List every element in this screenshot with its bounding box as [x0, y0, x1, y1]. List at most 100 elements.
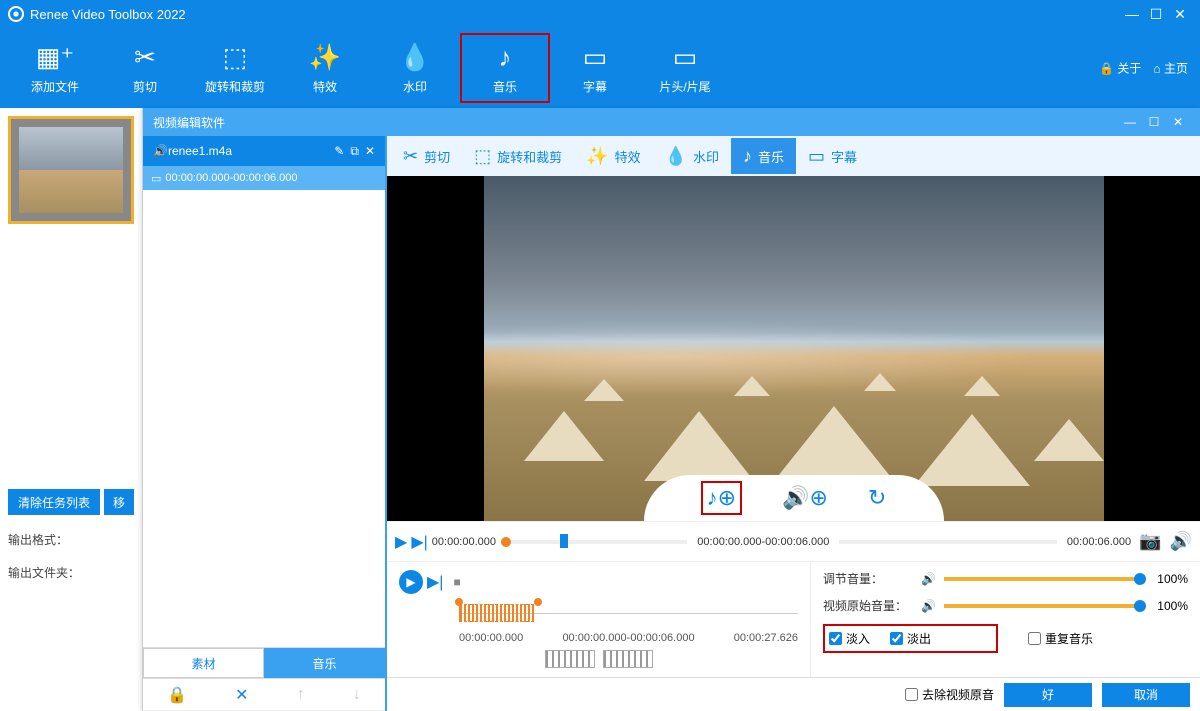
toolbar-watermark[interactable]: 💧 水印 — [370, 33, 460, 103]
fadeout-checkbox[interactable]: 淡出 — [890, 630, 931, 647]
volume-panel: 调节音量： 🔊 100% 视频原始音量： 🔊 100% 淡入 — [810, 562, 1200, 677]
clip-icon: ▭ — [151, 172, 161, 185]
editor-main: ✂剪切 ⬚旋转和裁剪 ✨特效 💧水印 ♪音乐 ▭字幕 — [385, 136, 1200, 711]
tab-music[interactable]: 音乐 — [264, 648, 385, 678]
audio-file-name: renee1.m4a — [168, 144, 328, 158]
clear-tasks-button[interactable]: 清除任务列表 — [8, 489, 100, 515]
sparkle-icon: ✨ — [586, 146, 608, 167]
sidebar-actions: 🔒 ✕ ↑ ↓ — [143, 679, 385, 711]
snapshot-icon[interactable]: 📷 — [1139, 531, 1161, 552]
move-button[interactable]: 移 — [104, 489, 134, 515]
adjust-volume-label: 调节音量： — [823, 570, 913, 587]
cancel-button[interactable]: 取消 — [1102, 683, 1190, 707]
editor-titlebar: 视频编辑软件 — ☐ ✕ — [143, 108, 1200, 136]
scissors-icon: ✂ — [134, 42, 156, 74]
wave-step-button[interactable]: ▶| — [427, 572, 443, 592]
timeline-track-2[interactable] — [839, 540, 1057, 544]
remove-icon[interactable]: ✕ — [235, 685, 248, 705]
app-title: Renee Video Toolbox 2022 — [30, 7, 1120, 22]
editor-sidebar: 🔊 renee1.m4a ✎ ⧉ ✕ ▭ 00:00:00.000-00:00:… — [143, 136, 385, 711]
home-link[interactable]: ⌂ 主页 — [1153, 60, 1188, 77]
speaker-icon: 🔊 — [153, 144, 168, 158]
toolbar-subtitle[interactable]: ▭ 字幕 — [550, 33, 640, 103]
tab-material[interactable]: 素材 — [143, 648, 264, 678]
refresh-icon[interactable]: ↻ — [868, 485, 886, 511]
crop-icon: ⬚ — [223, 42, 248, 74]
lock-icon[interactable]: 🔒 — [167, 685, 187, 705]
close-button[interactable]: ✕ — [1168, 6, 1192, 23]
move-down-icon[interactable]: ↓ — [353, 686, 361, 704]
about-link[interactable]: 🔒 关于 — [1099, 60, 1141, 77]
strip-2[interactable] — [603, 650, 653, 668]
subtab-music[interactable]: ♪音乐 — [731, 138, 796, 174]
delete-icon[interactable]: ✕ — [365, 144, 375, 158]
wave-t2: 00:00:27.626 — [734, 632, 798, 644]
crop-icon: ⬚ — [474, 146, 491, 167]
timeline-start: 00:00:00.000 — [432, 536, 496, 548]
subtab-subtitle[interactable]: ▭字幕 — [796, 138, 869, 174]
toolbar-intro-outro[interactable]: ▭ 片头/片尾 — [640, 33, 730, 103]
speaker-icon[interactable]: 🔊 — [921, 572, 936, 586]
audio-timecode[interactable]: ▭ 00:00:00.000-00:00:06.000 — [143, 166, 385, 190]
editor-minimize-button[interactable]: — — [1118, 115, 1142, 129]
editor-close-button[interactable]: ✕ — [1166, 115, 1190, 129]
copy-icon[interactable]: ⧉ — [350, 144, 359, 159]
play-button[interactable]: ▶ — [395, 532, 407, 552]
left-bottom-panel: 清除任务列表 移 输出格式： 输出文件夹： — [0, 481, 142, 711]
timeline-marker[interactable] — [560, 534, 568, 548]
wave-stop-icon[interactable]: ■ — [453, 575, 460, 589]
waveform-panel: ▶ ▶| ■ 00:00:00.000 00:00:00.000-00:00:0… — [387, 562, 810, 677]
wave-handle-start[interactable] — [455, 598, 463, 606]
output-format-label: 输出格式： — [8, 531, 134, 548]
audio-file-header[interactable]: 🔊 renee1.m4a ✎ ⧉ ✕ — [143, 136, 385, 166]
fadein-checkbox[interactable]: 淡入 — [829, 630, 870, 647]
video-preview[interactable]: ♪⊕ 🔊⊕ ↻ — [387, 176, 1200, 521]
music-note-icon: ♪ — [499, 42, 512, 74]
timeline-track[interactable] — [506, 540, 687, 544]
editor-maximize-button[interactable]: ☐ — [1142, 115, 1166, 129]
main-toolbar: ▦⁺ 添加文件 ✂ 剪切 ⬚ 旋转和裁剪 ✨ 特效 💧 水印 ♪ 音乐 ▭ 字幕… — [0, 28, 1200, 108]
maximize-button[interactable]: ☐ — [1144, 6, 1168, 23]
droplet-icon: 💧 — [665, 146, 687, 167]
music-note-icon: ♪ — [743, 146, 752, 167]
droplet-icon: 💧 — [399, 42, 431, 74]
step-button[interactable]: ▶| — [411, 532, 427, 552]
add-audio-clip-icon[interactable]: 🔊⊕ — [782, 485, 828, 511]
ok-button[interactable]: 好 — [1004, 683, 1092, 707]
subtab-effects[interactable]: ✨特效 — [574, 138, 652, 174]
timeline-playhead[interactable] — [501, 537, 511, 547]
sidebar-tabs: 素材 音乐 — [143, 647, 385, 679]
video-thumbnail[interactable] — [8, 116, 134, 224]
editor-window: 视频编辑软件 — ☐ ✕ 🔊 renee1.m4a ✎ ⧉ ✕ ▭ 00:00:… — [142, 108, 1200, 711]
toolbar-cut[interactable]: ✂ 剪切 — [100, 33, 190, 103]
subtab-watermark[interactable]: 💧水印 — [653, 138, 731, 174]
toolbar-add-file[interactable]: ▦⁺ 添加文件 — [10, 33, 100, 103]
remove-audio-checkbox[interactable]: 去除视频原音 — [905, 686, 994, 703]
timeline-range: 00:00:00.000-00:00:06.000 — [697, 536, 829, 548]
speaker-icon[interactable]: 🔊 — [921, 599, 936, 613]
repeat-checkbox[interactable]: 重复音乐 — [1028, 624, 1093, 653]
wave-track[interactable] — [459, 598, 798, 628]
subtab-rotate[interactable]: ⬚旋转和裁剪 — [462, 138, 574, 174]
wave-t0: 00:00:00.000 — [459, 632, 523, 644]
edit-icon[interactable]: ✎ — [334, 144, 344, 158]
volume-icon[interactable]: 🔊 — [1170, 531, 1192, 552]
wave-handle-end[interactable] — [534, 598, 542, 606]
wave-play-button[interactable]: ▶ — [399, 570, 423, 594]
minimize-button[interactable]: — — [1120, 6, 1144, 22]
move-up-icon[interactable]: ↑ — [297, 686, 305, 704]
toolbar-music[interactable]: ♪ 音乐 — [460, 33, 550, 103]
strip-1[interactable] — [545, 650, 595, 668]
toolbar-rotate-crop[interactable]: ⬚ 旋转和裁剪 — [190, 33, 280, 103]
editor-footer: 去除视频原音 好 取消 — [387, 677, 1200, 711]
toolbar-effects[interactable]: ✨ 特效 — [280, 33, 370, 103]
subtab-cut[interactable]: ✂剪切 — [391, 138, 462, 174]
add-music-icon[interactable]: ♪⊕ — [701, 481, 742, 515]
adjust-volume-slider[interactable] — [944, 577, 1140, 581]
orig-volume-label: 视频原始音量： — [823, 597, 913, 614]
orig-volume-slider[interactable] — [944, 604, 1140, 608]
sparkle-icon: ✨ — [309, 42, 341, 74]
editor-title: 视频编辑软件 — [153, 114, 1118, 131]
orig-volume-value: 100% — [1148, 599, 1188, 613]
wave-t1: 00:00:00.000-00:00:06.000 — [562, 632, 694, 644]
